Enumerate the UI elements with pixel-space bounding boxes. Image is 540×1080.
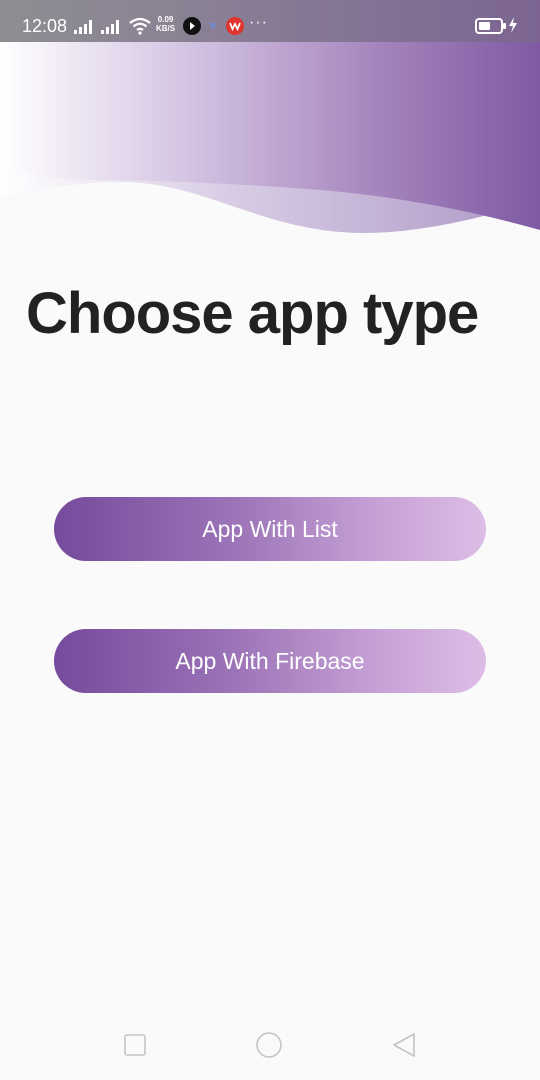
app-with-firebase-button[interactable]: App With Firebase [54,629,486,693]
page-title: Choose app type [26,281,479,346]
signal-icon [101,18,119,34]
network-speed: 0.09 KB/S [156,15,175,33]
battery-icon [475,18,506,34]
header-wave [0,42,540,233]
screen: 12:08 0.09 KB/S ··· Choose app type App … [0,0,540,1080]
back-icon[interactable] [390,1031,418,1059]
battery-level [479,22,490,30]
signal-icon [74,18,92,34]
network-speed-value: 0.09 [157,15,174,24]
status-bar: 12:08 0.09 KB/S ··· [0,0,540,42]
media-app-icon [183,17,201,35]
vpn-icon [206,19,220,33]
wifi-icon [129,17,151,35]
navigation-bar [0,1005,540,1080]
network-speed-unit: KB/S [156,24,176,33]
recent-apps-icon[interactable] [121,1031,149,1059]
wps-app-icon [226,17,244,35]
status-time: 12:08 [22,16,68,36]
more-dots-icon: ··· [249,14,268,31]
charging-icon [509,17,517,33]
app-with-list-button[interactable]: App With List [54,497,486,561]
home-icon[interactable] [255,1031,283,1059]
